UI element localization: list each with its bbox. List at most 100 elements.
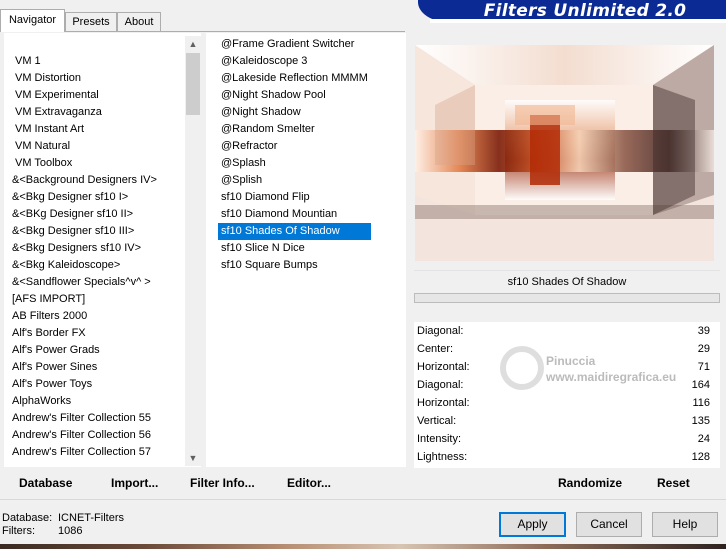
parameter-label: Horizontal: [417, 361, 470, 373]
help-button[interactable]: Help [652, 512, 718, 537]
filter-item[interactable]: sf10 Diamond Flip [218, 189, 371, 206]
category-item[interactable]: AB Filters 2000 [12, 308, 157, 325]
parameter-value: 116 [692, 397, 710, 409]
filter-item[interactable]: @Frame Gradient Switcher [218, 36, 371, 53]
preview-graphic [415, 45, 714, 261]
parameter-value: 71 [697, 361, 710, 373]
filter-item[interactable]: @Splish [218, 172, 371, 189]
filter-info-link[interactable]: Filter Info... [190, 476, 255, 490]
cancel-button[interactable]: Cancel [576, 512, 642, 537]
parameter-row[interactable]: Intensity: 24 [414, 430, 720, 448]
app-title: Filters Unlimited 2.0 [483, 1, 687, 21]
filter-item[interactable]: @Splash [218, 155, 371, 172]
editor-link[interactable]: Editor... [287, 476, 331, 490]
filter-item[interactable]: @Night Shadow [218, 104, 371, 121]
parameter-sliders: Diagonal: 39 Center: 29 Horizontal: 71 Diagona… [414, 322, 720, 468]
category-item[interactable]: [AFS IMPORT] [12, 291, 157, 308]
parameter-label: Lightness: [417, 451, 468, 463]
filter-item[interactable]: sf10 Square Bumps [218, 257, 371, 274]
category-item[interactable]: VM Experimental [12, 87, 157, 104]
category-item[interactable]: &<BKg Designer sf10 II> [12, 206, 157, 223]
tab-presets-label: Presets [72, 16, 110, 28]
parameter-value: 29 [697, 343, 710, 355]
parameter-row[interactable]: Diagonal: 39 [414, 322, 720, 340]
filter-item[interactable]: @Night Shadow Pool [218, 87, 371, 104]
category-item[interactable]: &<Sandflower Specials^v^ > [12, 274, 157, 291]
preview-image [415, 45, 714, 261]
filter-item[interactable]: @Random Smelter [218, 121, 371, 138]
parameter-row[interactable]: Vertical: 135 [414, 412, 720, 430]
category-list[interactable]: VM 1 VM Distortion VM Experimental VM Extra… [4, 33, 201, 467]
parameter-value: 128 [691, 451, 710, 463]
status-database: Database: ICNET-Filters [2, 512, 124, 525]
category-item[interactable]: Andrew's Filter Collection 55 [12, 410, 157, 427]
parameter-label: Vertical: [417, 415, 457, 427]
category-item[interactable]: Andrew's Filter Collection 56 [12, 427, 157, 444]
tab-about[interactable]: About [117, 12, 161, 31]
tab-bar: Navigator Presets About [0, 0, 420, 32]
filter-item[interactable]: @Refractor [218, 138, 371, 155]
category-item[interactable]: VM Instant Art [12, 121, 157, 138]
category-item[interactable]: Alf's Border FX [12, 325, 157, 342]
parameter-row[interactable]: Center: 29 [414, 340, 720, 358]
database-link[interactable]: Database [19, 476, 72, 490]
category-item[interactable]: VM Extravaganza [12, 104, 157, 121]
parameter-label: Center: [417, 343, 454, 355]
apply-button[interactable]: Apply [499, 512, 566, 537]
background-strip [0, 544, 726, 549]
category-item[interactable]: &<Bkg Designers sf10 IV> [12, 240, 157, 257]
parameter-label: Intensity: [417, 433, 462, 445]
tab-about-label: About [124, 16, 154, 28]
status-filters: Filters: 1086 [2, 525, 82, 538]
import-link[interactable]: Import... [111, 476, 158, 490]
preview-filter-name: sf10 Shades Of Shadow [414, 270, 720, 293]
preview-panel: sf10 Shades Of Shadow Diagonal: 39 Center:… [411, 33, 722, 495]
parameter-value: 39 [697, 325, 710, 337]
status-filters-label: Filters: [2, 525, 35, 537]
category-item[interactable]: Alf's Power Sines [12, 359, 157, 376]
scroll-down-icon[interactable]: ▼ [185, 450, 201, 466]
category-item[interactable]: Alf's Power Toys [12, 376, 157, 393]
parameter-row[interactable]: Horizontal: 116 [414, 394, 720, 412]
category-item[interactable]: AlphaWorks [12, 393, 157, 410]
category-item[interactable]: VM 1 [12, 53, 157, 70]
parameter-row[interactable]: Diagonal: 164 [414, 376, 720, 394]
category-item[interactable]: Andrew's Filter Collection 57 [12, 444, 157, 461]
parameter-label: Diagonal: [417, 325, 464, 337]
reset-link[interactable]: Reset [657, 476, 690, 490]
footer-divider [0, 499, 726, 500]
status-database-label: Database: [2, 512, 53, 524]
filter-item[interactable]: @Kaleidoscope 3 [218, 53, 371, 70]
filter-item[interactable]: @Lakeside Reflection MMMM [218, 70, 371, 87]
filter-item-selected[interactable]: sf10 Shades Of Shadow [218, 223, 371, 240]
status-filters-value: 1086 [58, 525, 83, 537]
randomize-link[interactable]: Randomize [558, 476, 622, 490]
category-item[interactable]: VM Natural [12, 138, 157, 155]
tab-presets[interactable]: Presets [65, 12, 117, 31]
scroll-up-icon[interactable]: ▲ [185, 36, 201, 52]
category-item[interactable]: &<Background Designers IV> [12, 172, 157, 189]
category-item[interactable]: Alf's Power Grads [12, 342, 157, 359]
parameter-row[interactable]: Lightness: 128 [414, 448, 720, 466]
status-database-value: ICNET-Filters [58, 512, 124, 524]
category-item[interactable]: &<Bkg Designer sf10 III> [12, 223, 157, 240]
filter-items: @Frame Gradient Switcher @Kaleidoscope 3 @… [218, 36, 371, 274]
tab-navigator[interactable]: Navigator [0, 9, 65, 32]
parameter-row[interactable]: Horizontal: 71 [414, 358, 720, 376]
filter-item[interactable]: sf10 Diamond Mountian [218, 206, 371, 223]
category-item[interactable]: &<Bkg Designer sf10 I> [12, 189, 157, 206]
scroll-thumb[interactable] [186, 53, 200, 115]
preview-progress-bar [414, 293, 720, 303]
parameter-value: 135 [691, 415, 710, 427]
category-item[interactable]: VM Toolbox [12, 155, 157, 172]
filter-item[interactable]: sf10 Slice N Dice [218, 240, 371, 257]
parameter-label: Diagonal: [417, 379, 464, 391]
category-scrollbar[interactable]: ▲ ▼ [185, 36, 201, 466]
filter-list[interactable]: @Frame Gradient Switcher @Kaleidoscope 3 @… [206, 33, 406, 467]
category-items: VM 1 VM Distortion VM Experimental VM Extra… [12, 53, 157, 461]
category-item[interactable]: &<Bkg Kaleidoscope> [12, 257, 157, 274]
parameter-label: Horizontal: [417, 397, 470, 409]
category-item[interactable]: VM Distortion [12, 70, 157, 87]
parameter-value: 164 [691, 379, 710, 391]
tab-navigator-label: Navigator [8, 14, 57, 26]
